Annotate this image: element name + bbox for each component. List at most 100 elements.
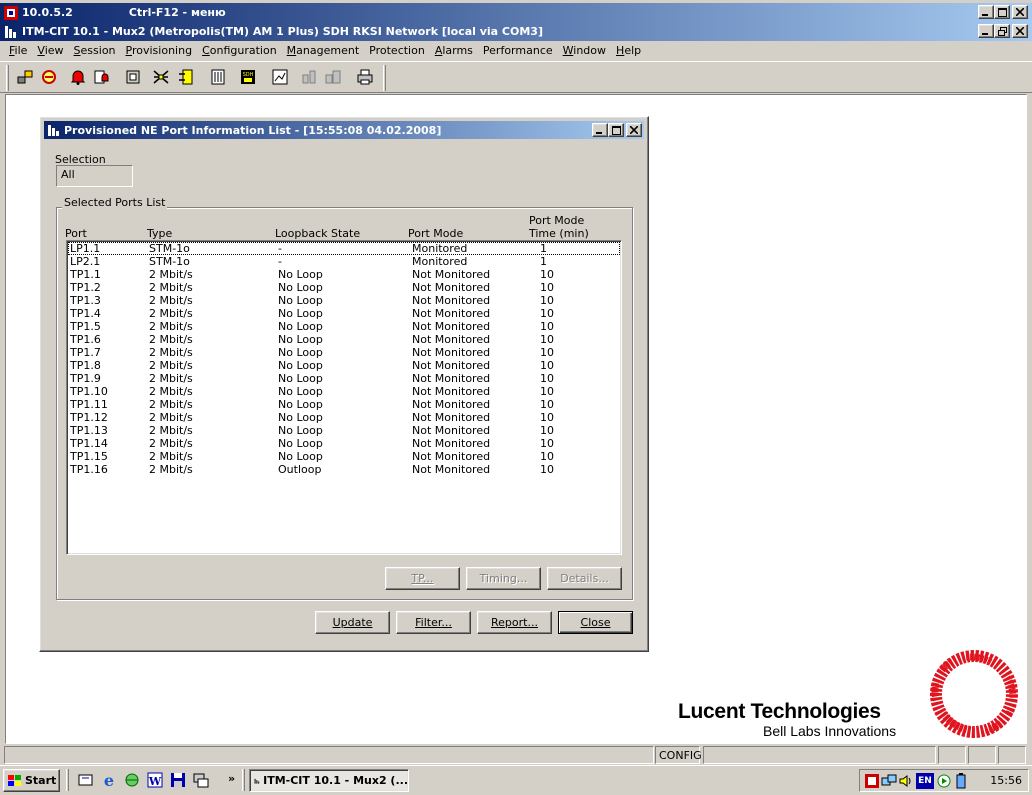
dialog-minimize-button[interactable] xyxy=(592,123,608,137)
toolbar-grip[interactable] xyxy=(6,65,9,91)
update-button-label: Update xyxy=(332,616,373,629)
toolbar-alarm-list-button[interactable] xyxy=(90,65,114,89)
minimize-button[interactable] xyxy=(978,5,994,19)
table-row[interactable]: TP1.5 2 Mbit/s No Loop Not Monitored 10 xyxy=(68,320,620,333)
lucent-logo-text: Lucent Technologies xyxy=(678,700,881,723)
column-header-port-mode[interactable]: Port Mode xyxy=(408,227,463,240)
cell-type: 2 Mbit/s xyxy=(149,307,193,320)
menu-configuration[interactable]: Configuration xyxy=(197,44,282,57)
ports-listbox[interactable]: LP1.1 STM-1o - Monitored 1 LP2.1 STM-1o - Monito… xyxy=(66,240,622,555)
app-title-text: ITM-CIT 10.1 - Mux2 (Metropolis(TM) AM 1… xyxy=(22,25,543,38)
table-row[interactable]: TP1.1 2 Mbit/s No Loop Not Monitored 10 xyxy=(68,268,620,281)
table-row[interactable]: LP2.1 STM-1o - Monitored 1 xyxy=(68,255,620,268)
menu-label-rest: rovisioning xyxy=(131,44,193,57)
cell-port: TP1.3 xyxy=(70,294,101,307)
cell-loop: No Loop xyxy=(278,346,323,359)
start-button[interactable]: Start xyxy=(3,769,60,792)
toolbar-ne-button[interactable] xyxy=(121,65,145,89)
word-icon[interactable]: W xyxy=(146,771,164,789)
remote-tray-icon[interactable] xyxy=(864,773,880,789)
menu-provisioning[interactable]: Provisioning xyxy=(121,44,198,57)
table-row[interactable]: TP1.10 2 Mbit/s No Loop Not Monitored 10 xyxy=(68,385,620,398)
table-row[interactable]: TP1.6 2 Mbit/s No Loop Not Monitored 10 xyxy=(68,333,620,346)
close-button[interactable] xyxy=(1012,5,1028,19)
toolbar-equipment-button[interactable] xyxy=(206,65,230,89)
toolbar-performance-button[interactable] xyxy=(268,65,292,89)
selection-field[interactable]: All xyxy=(56,165,133,187)
report-button[interactable]: Report... xyxy=(477,611,552,634)
app-restore-button[interactable] xyxy=(994,24,1010,38)
table-row[interactable]: TP1.12 2 Mbit/s No Loop Not Monitored 10 xyxy=(68,411,620,424)
dialog-close-button[interactable] xyxy=(626,123,642,137)
table-row[interactable]: TP1.8 2 Mbit/s No Loop Not Monitored 10 xyxy=(68,359,620,372)
cell-loop: No Loop xyxy=(278,268,323,281)
table-row[interactable]: TP1.15 2 Mbit/s No Loop Not Monitored 10 xyxy=(68,450,620,463)
app-close-button[interactable] xyxy=(1012,24,1028,38)
table-row[interactable]: TP1.13 2 Mbit/s No Loop Not Monitored 10 xyxy=(68,424,620,437)
menu-window[interactable]: Window xyxy=(558,44,611,57)
tp-button-label: TP... xyxy=(411,572,434,585)
table-row[interactable]: TP1.3 2 Mbit/s No Loop Not Monitored 10 xyxy=(68,294,620,307)
update-button[interactable]: Update xyxy=(315,611,390,634)
table-row[interactable]: TP1.16 2 Mbit/s Outloop Not Monitored 10 xyxy=(68,463,620,476)
menu-label-rest: elp xyxy=(624,44,642,57)
close-dialog-button[interactable]: Close xyxy=(558,611,633,634)
column-header-time-line1[interactable]: Port Mode xyxy=(529,214,584,227)
toolbar-disabled-button-2[interactable] xyxy=(321,65,345,89)
toolbar-alarm-bell-button[interactable] xyxy=(66,65,90,89)
save-disk-icon[interactable] xyxy=(169,771,187,789)
quicklaunch-more-chevron[interactable]: » xyxy=(228,772,235,785)
toolbar-port-button[interactable] xyxy=(175,65,199,89)
toolbar-disabled-button-1[interactable] xyxy=(297,65,321,89)
report-button-label: Report... xyxy=(491,616,538,629)
cell-time: 10 xyxy=(540,359,554,372)
close-icon xyxy=(1016,27,1024,35)
volume-icon[interactable] xyxy=(898,773,914,789)
menu-performance[interactable]: Performance xyxy=(478,44,558,57)
menu-file[interactable]: File xyxy=(4,44,32,57)
app-title-bar[interactable]: ITM-CIT 10.1 - Mux2 (Metropolis(TM) AM 1… xyxy=(0,22,1032,41)
tp-button[interactable]: TP... xyxy=(385,567,460,590)
column-header-port[interactable]: Port xyxy=(65,227,87,240)
cell-mode: Not Monitored xyxy=(412,281,491,294)
column-header-type[interactable]: Type xyxy=(147,227,172,240)
table-row[interactable]: TP1.9 2 Mbit/s No Loop Not Monitored 10 xyxy=(68,372,620,385)
column-header-loopback[interactable]: Loopback State xyxy=(275,227,360,240)
menu-protection[interactable]: Protection xyxy=(364,44,430,57)
cell-loop: No Loop xyxy=(278,333,323,346)
timing-button[interactable]: Timing... xyxy=(466,567,541,590)
table-row[interactable]: TP1.11 2 Mbit/s No Loop Not Monitored 10 xyxy=(68,398,620,411)
menu-help[interactable]: Help xyxy=(611,44,646,57)
dialog-maximize-button[interactable] xyxy=(608,123,624,137)
language-indicator[interactable]: EN xyxy=(916,773,934,789)
taskbar-item-itm-cit[interactable]: ITM-CIT 10.1 - Mux2 (... xyxy=(249,769,409,792)
network-app-icon[interactable] xyxy=(123,771,141,789)
table-row[interactable]: TP1.7 2 Mbit/s No Loop Not Monitored 10 xyxy=(68,346,620,359)
battery-tray-icon[interactable] xyxy=(953,773,969,789)
table-row[interactable]: TP1.14 2 Mbit/s No Loop Not Monitored 10 xyxy=(68,437,620,450)
dialog-title-bar[interactable]: Provisioned NE Port Information List - [… xyxy=(44,121,644,139)
sync-icon[interactable] xyxy=(192,771,210,789)
app-minimize-button[interactable] xyxy=(978,24,994,38)
table-row[interactable]: TP1.4 2 Mbit/s No Loop Not Monitored 10 xyxy=(68,307,620,320)
details-button[interactable]: Details... xyxy=(547,567,622,590)
menu-view[interactable]: View xyxy=(32,44,68,57)
menu-session[interactable]: Session xyxy=(69,44,121,57)
toolbar-network-button[interactable] xyxy=(13,65,37,89)
menu-management[interactable]: Management xyxy=(282,44,364,57)
table-row[interactable]: LP1.1 STM-1o - Monitored 1 xyxy=(68,242,620,255)
toolbar-cross-connect-button[interactable] xyxy=(149,65,173,89)
show-desktop-icon[interactable] xyxy=(77,771,95,789)
toolbar-session-button[interactable] xyxy=(37,65,61,89)
internet-explorer-icon[interactable]: e xyxy=(100,771,118,789)
media-tray-icon[interactable] xyxy=(936,773,952,789)
toolbar-sdh-button[interactable]: SDH xyxy=(236,65,260,89)
table-row[interactable]: TP1.2 2 Mbit/s No Loop Not Monitored 10 xyxy=(68,281,620,294)
maximize-button[interactable] xyxy=(994,5,1010,19)
outer-title-bar[interactable]: 10.0.5.2 Ctrl-F12 - меню xyxy=(0,3,1032,22)
network-tray-icon[interactable] xyxy=(881,773,897,789)
toolbar-print-button[interactable] xyxy=(353,65,377,89)
filter-button[interactable]: Filter... xyxy=(396,611,471,634)
menu-alarms[interactable]: Alarms xyxy=(430,44,478,57)
column-header-time-line2[interactable]: Time (min) xyxy=(529,227,589,240)
